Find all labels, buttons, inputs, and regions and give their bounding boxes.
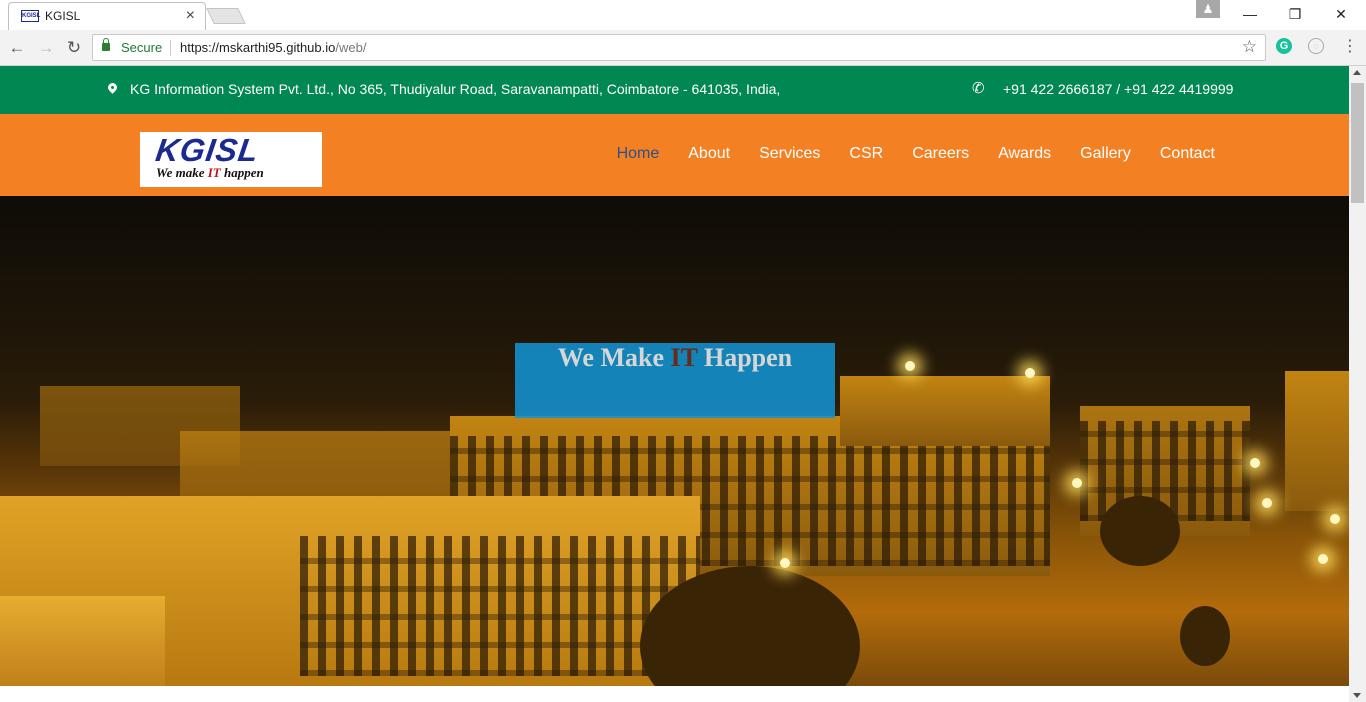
grammarly-extension-icon[interactable]: G: [1276, 38, 1292, 54]
nav-item-home[interactable]: Home: [617, 145, 660, 163]
street-light: [1330, 514, 1340, 524]
headline-it: IT: [670, 343, 698, 372]
tree-shape: [1100, 496, 1180, 566]
page-scrollbar[interactable]: [1349, 66, 1366, 702]
tab-close-icon[interactable]: ×: [186, 7, 195, 25]
omnibox-divider: [170, 40, 171, 56]
browser-toolbar: ← → ↻ Secure https://mskarthi95.github.i…: [0, 30, 1366, 66]
nav-item-gallery[interactable]: Gallery: [1080, 145, 1131, 163]
scrollbar-thumb[interactable]: [1351, 83, 1364, 203]
phone-icon: ✆: [972, 80, 985, 97]
minimize-button[interactable]: —: [1227, 2, 1273, 26]
nav-item-services[interactable]: Services: [759, 145, 820, 163]
main-navbar: KGISL We make IT happen Home About Servi…: [0, 114, 1349, 196]
building-shape: [1285, 371, 1349, 511]
hero-campus-image: We Make IT Happen: [0, 196, 1349, 686]
profile-icon[interactable]: ♟: [1196, 0, 1220, 18]
restore-button[interactable]: ❐: [1272, 2, 1318, 26]
building-shape: [0, 596, 165, 686]
tagline-part: happen: [220, 165, 264, 180]
window-close-button[interactable]: ✕: [1318, 2, 1364, 26]
lock-icon: [102, 38, 110, 51]
street-light: [1025, 368, 1035, 378]
street-light: [1262, 498, 1272, 508]
new-tab-button[interactable]: [206, 8, 246, 24]
street-light: [1250, 458, 1260, 468]
nav-item-awards[interactable]: Awards: [998, 145, 1051, 163]
kgisl-favicon-icon: KGISL: [21, 10, 40, 22]
address-bar[interactable]: Secure https://mskarthi95.github.io/web/…: [92, 34, 1266, 61]
url-text[interactable]: https://mskarthi95.github.io/web/: [180, 40, 366, 55]
tagline-part: We make: [156, 165, 208, 180]
company-address: KG Information System Pvt. Ltd., No 365,…: [130, 81, 781, 97]
bookmark-star-icon[interactable]: ☆: [1242, 37, 1257, 57]
contact-bar: KG Information System Pvt. Ltd., No 365,…: [0, 66, 1349, 114]
forward-arrow-icon[interactable]: →: [34, 36, 58, 60]
nav-item-about[interactable]: About: [688, 145, 730, 163]
browser-tabstrip: KGISL KGISL × ♟ — ❐ ✕: [0, 0, 1366, 30]
street-light: [1318, 554, 1328, 564]
nav-menu: Home About Services CSR Careers Awards G…: [617, 145, 1215, 163]
web-page: KG Information System Pvt. Ltd., No 365,…: [0, 66, 1349, 686]
url-path: /web/: [335, 40, 367, 55]
browser-menu-icon[interactable]: ⋮: [1340, 36, 1360, 58]
street-light: [780, 558, 790, 568]
reload-icon[interactable]: ↻: [62, 36, 86, 60]
back-arrow-icon[interactable]: ←: [5, 36, 29, 60]
scroll-up-arrow-icon[interactable]: [1353, 70, 1361, 75]
location-pin-icon: [106, 81, 119, 94]
logo-brand-text: KGISL: [153, 132, 262, 168]
browser-tab[interactable]: KGISL KGISL ×: [8, 2, 206, 30]
street-light: [905, 361, 915, 371]
tagline-it: IT: [207, 165, 221, 180]
url-host: https://mskarthi95.github.io: [180, 40, 336, 55]
secure-label: Secure: [121, 40, 163, 55]
page-bottom-strip: [0, 686, 1349, 702]
kgisl-logo[interactable]: KGISL We make IT happen: [140, 132, 322, 187]
tab-title: KGISL: [45, 9, 81, 23]
nav-item-careers[interactable]: Careers: [912, 145, 969, 163]
tree-shape: [1180, 606, 1230, 666]
logo-tagline: We make IT happen: [156, 165, 264, 181]
nav-item-csr[interactable]: CSR: [849, 145, 883, 163]
extension-icon[interactable]: ◌: [1308, 38, 1324, 54]
phone-numbers: +91 422 2666187 / +91 422 4419999: [1003, 81, 1234, 97]
hero-headline-banner: We Make IT Happen: [515, 343, 835, 418]
nav-item-contact[interactable]: Contact: [1160, 145, 1215, 163]
scroll-down-arrow-icon[interactable]: [1353, 693, 1361, 698]
street-light: [1072, 478, 1082, 488]
headline-part: Happen: [697, 343, 793, 372]
building-shape: [840, 376, 1050, 446]
headline-part: We Make: [557, 343, 671, 372]
